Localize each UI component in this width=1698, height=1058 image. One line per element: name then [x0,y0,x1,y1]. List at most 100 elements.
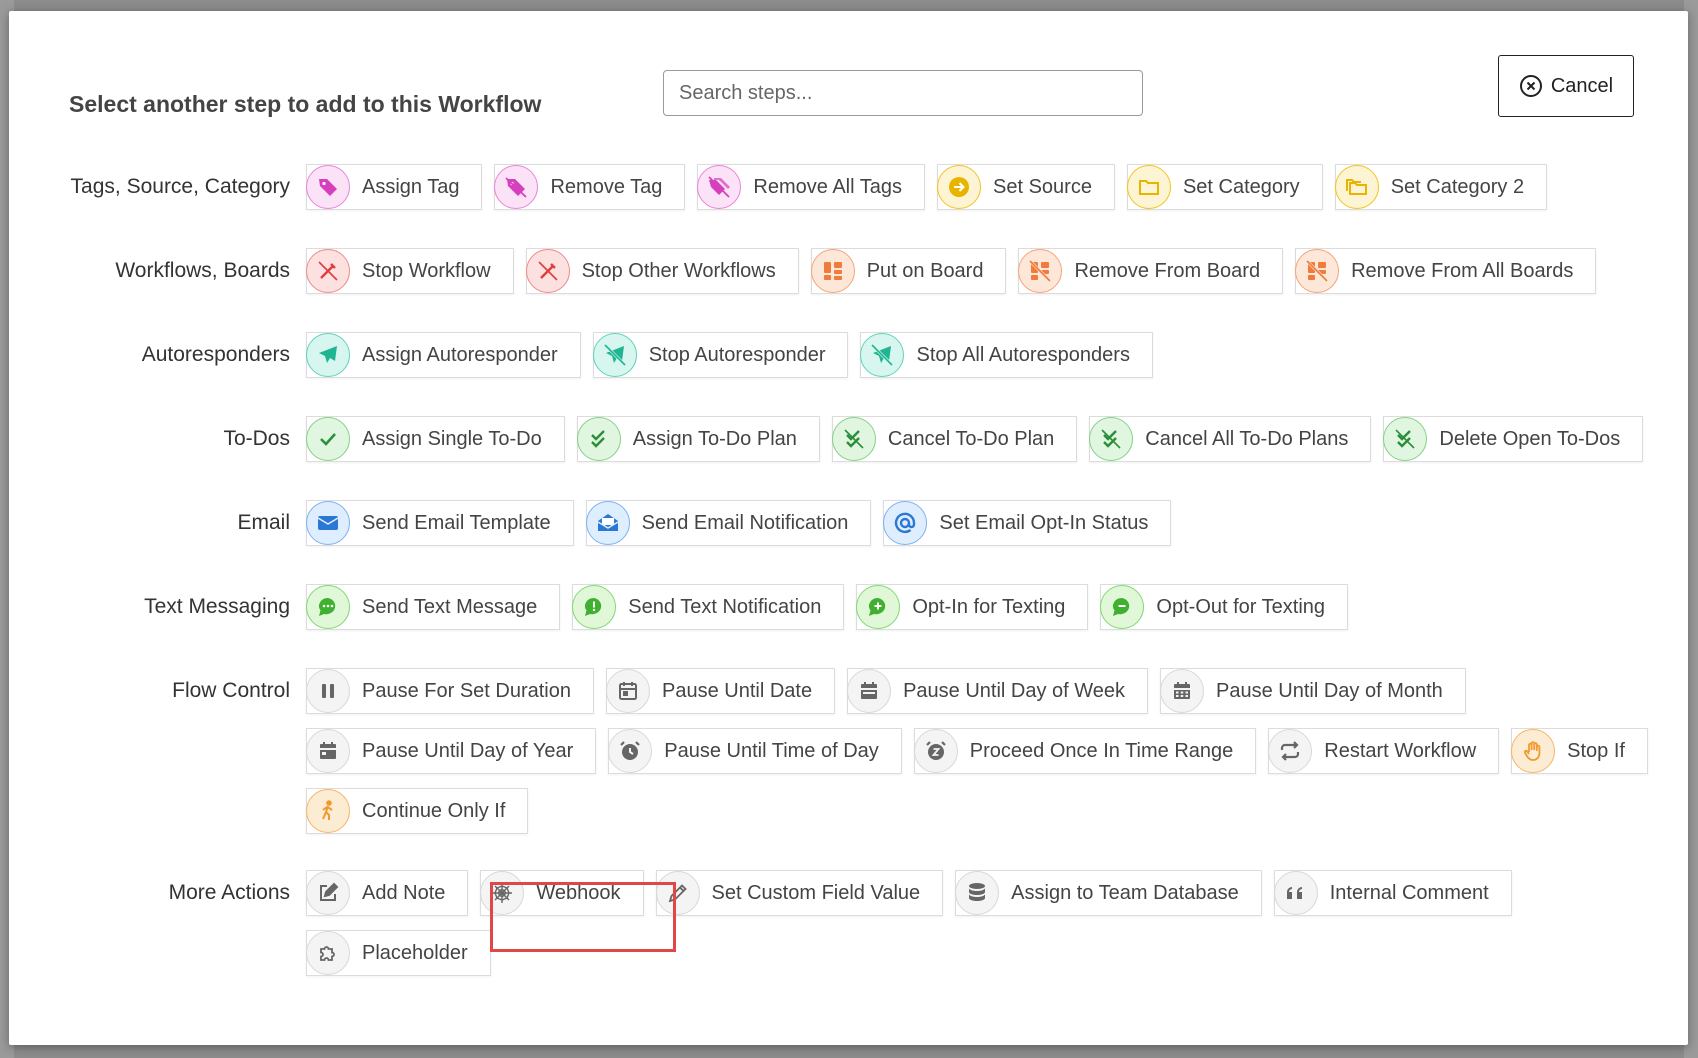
category-row-autoresponders: Autoresponders Assign Autoresponder Stop… [9,332,1688,378]
step-put-on-board[interactable]: Put on Board [810,248,1007,294]
step-send-text-notification[interactable]: Send Text Notification [572,584,845,630]
step-remove-tag[interactable]: Remove Tag [494,164,686,210]
step-stop-all-autoresponders[interactable]: Stop All Autoresponders [860,332,1153,378]
step-pause-for-set-duration[interactable]: Pause For Set Duration [306,668,594,714]
board-slash-icon [1018,249,1063,293]
step-set-source[interactable]: Set Source [937,164,1115,210]
cancel-label: Cancel [1550,74,1614,97]
step-cancel-todo-plan[interactable]: Cancel To-Do Plan [831,416,1078,462]
board-icon [810,249,855,293]
step-set-email-optin-status[interactable]: Set Email Opt-In Status [883,500,1172,546]
step-delete-open-todos[interactable]: Delete Open To-Dos [1383,416,1644,462]
check-slash-icon [1089,417,1134,461]
cancel-button[interactable]: Cancel [1498,55,1634,117]
wand-slash-icon [306,249,350,293]
category-label: Tags, Source, Category [70,175,290,198]
close-circle-icon [1519,75,1542,97]
category-label: Autoresponders [141,343,290,366]
step-send-email-template[interactable]: Send Email Template [306,500,574,546]
category-row-todos: To-Dos Assign Single To-Do Assign To-Do … [9,416,1688,462]
category-row-flow-control: Flow Control Pause For Set Duration Paus… [9,668,1688,834]
tag-slash-icon [494,165,539,209]
step-add-note[interactable]: Add Note [306,870,469,916]
envelope-icon [306,501,350,545]
tags-slash-icon [697,165,742,209]
step-remove-from-all-boards[interactable]: Remove From All Boards [1295,248,1597,294]
calendar-week-icon [847,669,892,713]
category-row-more-actions: More Actions Add Note Webhook Set Custom… [9,870,1688,976]
step-cancel-all-todo-plans[interactable]: Cancel All To-Do Plans [1089,416,1372,462]
arrow-circle-right-icon [937,165,981,209]
at-sign-icon [883,501,928,545]
category-row-text-messaging: Text Messaging Send Text Message Send Te… [9,584,1688,630]
step-stop-if[interactable]: Stop If [1511,728,1648,774]
category-row-workflows: Workflows, Boards Stop Workflow Stop Oth… [9,248,1688,294]
step-pause-until-date[interactable]: Pause Until Date [606,668,836,714]
step-set-category-2[interactable]: Set Category 2 [1334,164,1548,210]
step-send-text-message[interactable]: Send Text Message [306,584,561,630]
pencil-icon [655,871,700,915]
step-set-custom-field-value[interactable]: Set Custom Field Value [655,870,944,916]
add-step-modal: Select another step to add to this Workf… [9,11,1688,1045]
puzzle-piece-icon [306,931,350,975]
step-continue-only-if[interactable]: Continue Only If [306,788,529,834]
alarm-clock-icon [608,729,653,773]
step-remove-from-board[interactable]: Remove From Board [1018,248,1284,294]
alarm-snooze-icon [913,729,958,773]
step-stop-other-workflows[interactable]: Stop Other Workflows [525,248,799,294]
paper-plane-icon [306,333,350,377]
step-internal-comment[interactable]: Internal Comment [1273,870,1512,916]
step-proceed-once-in-time-range[interactable]: Proceed Once In Time Range [913,728,1257,774]
repeat-icon [1268,729,1313,773]
spider-web-icon [480,871,525,915]
walking-person-icon [306,789,350,833]
category-label: Workflows, Boards [115,259,290,282]
category-label: To-Dos [223,427,290,450]
step-placeholder[interactable]: Placeholder [306,930,491,976]
chat-plus-icon [856,585,901,629]
tag-icon [306,165,350,209]
step-remove-all-tags[interactable]: Remove All Tags [697,164,925,210]
step-webhook[interactable]: Webhook [480,870,644,916]
step-assign-to-team-database[interactable]: Assign to Team Database [955,870,1262,916]
database-icon [955,871,1000,915]
calendar-icon [606,669,650,713]
check-slash-icon [831,417,876,461]
step-restart-workflow[interactable]: Restart Workflow [1268,728,1500,774]
step-assign-single-todo[interactable]: Assign Single To-Do [306,416,565,462]
check-icon [306,417,350,461]
step-pause-until-time-of-day[interactable]: Pause Until Time of Day [608,728,902,774]
calendar-month-icon [1160,669,1205,713]
step-stop-workflow[interactable]: Stop Workflow [306,248,514,294]
step-optout-texting[interactable]: Opt-Out for Texting [1100,584,1349,630]
wand-slash-icon [525,249,570,293]
step-pause-until-day-of-week[interactable]: Pause Until Day of Week [847,668,1149,714]
edit-note-icon [306,871,350,915]
step-assign-todo-plan[interactable]: Assign To-Do Plan [576,416,820,462]
step-assign-autoresponder[interactable]: Assign Autoresponder [306,332,581,378]
category-label: More Actions [168,881,290,904]
step-stop-autoresponder[interactable]: Stop Autoresponder [592,332,849,378]
calendar-day-icon [306,729,350,773]
step-send-email-notification[interactable]: Send Email Notification [585,500,872,546]
pause-icon [306,669,350,713]
folders-icon [1334,165,1379,209]
step-assign-tag[interactable]: Assign Tag [306,164,483,210]
modal-title: Select another step to add to this Workf… [69,91,542,117]
quote-icon [1273,871,1318,915]
double-check-icon [576,417,621,461]
chat-dots-icon [306,585,350,629]
step-optin-texting[interactable]: Opt-In for Texting [856,584,1089,630]
step-pause-until-day-of-year[interactable]: Pause Until Day of Year [306,728,597,774]
envelope-open-icon [585,501,630,545]
category-row-tags: Tags, Source, Category Assign Tag Remove… [9,164,1688,210]
category-label: Email [237,511,290,534]
board-slash-icon [1295,249,1340,293]
step-pause-until-day-of-month[interactable]: Pause Until Day of Month [1160,668,1466,714]
folder-icon [1126,165,1171,209]
search-steps-input[interactable] [663,70,1143,116]
step-set-category[interactable]: Set Category [1126,164,1323,210]
paper-plane-slash-icon [860,333,905,377]
category-label: Flow Control [172,679,290,702]
category-row-email: Email Send Email Template Send Email Not… [9,500,1688,546]
